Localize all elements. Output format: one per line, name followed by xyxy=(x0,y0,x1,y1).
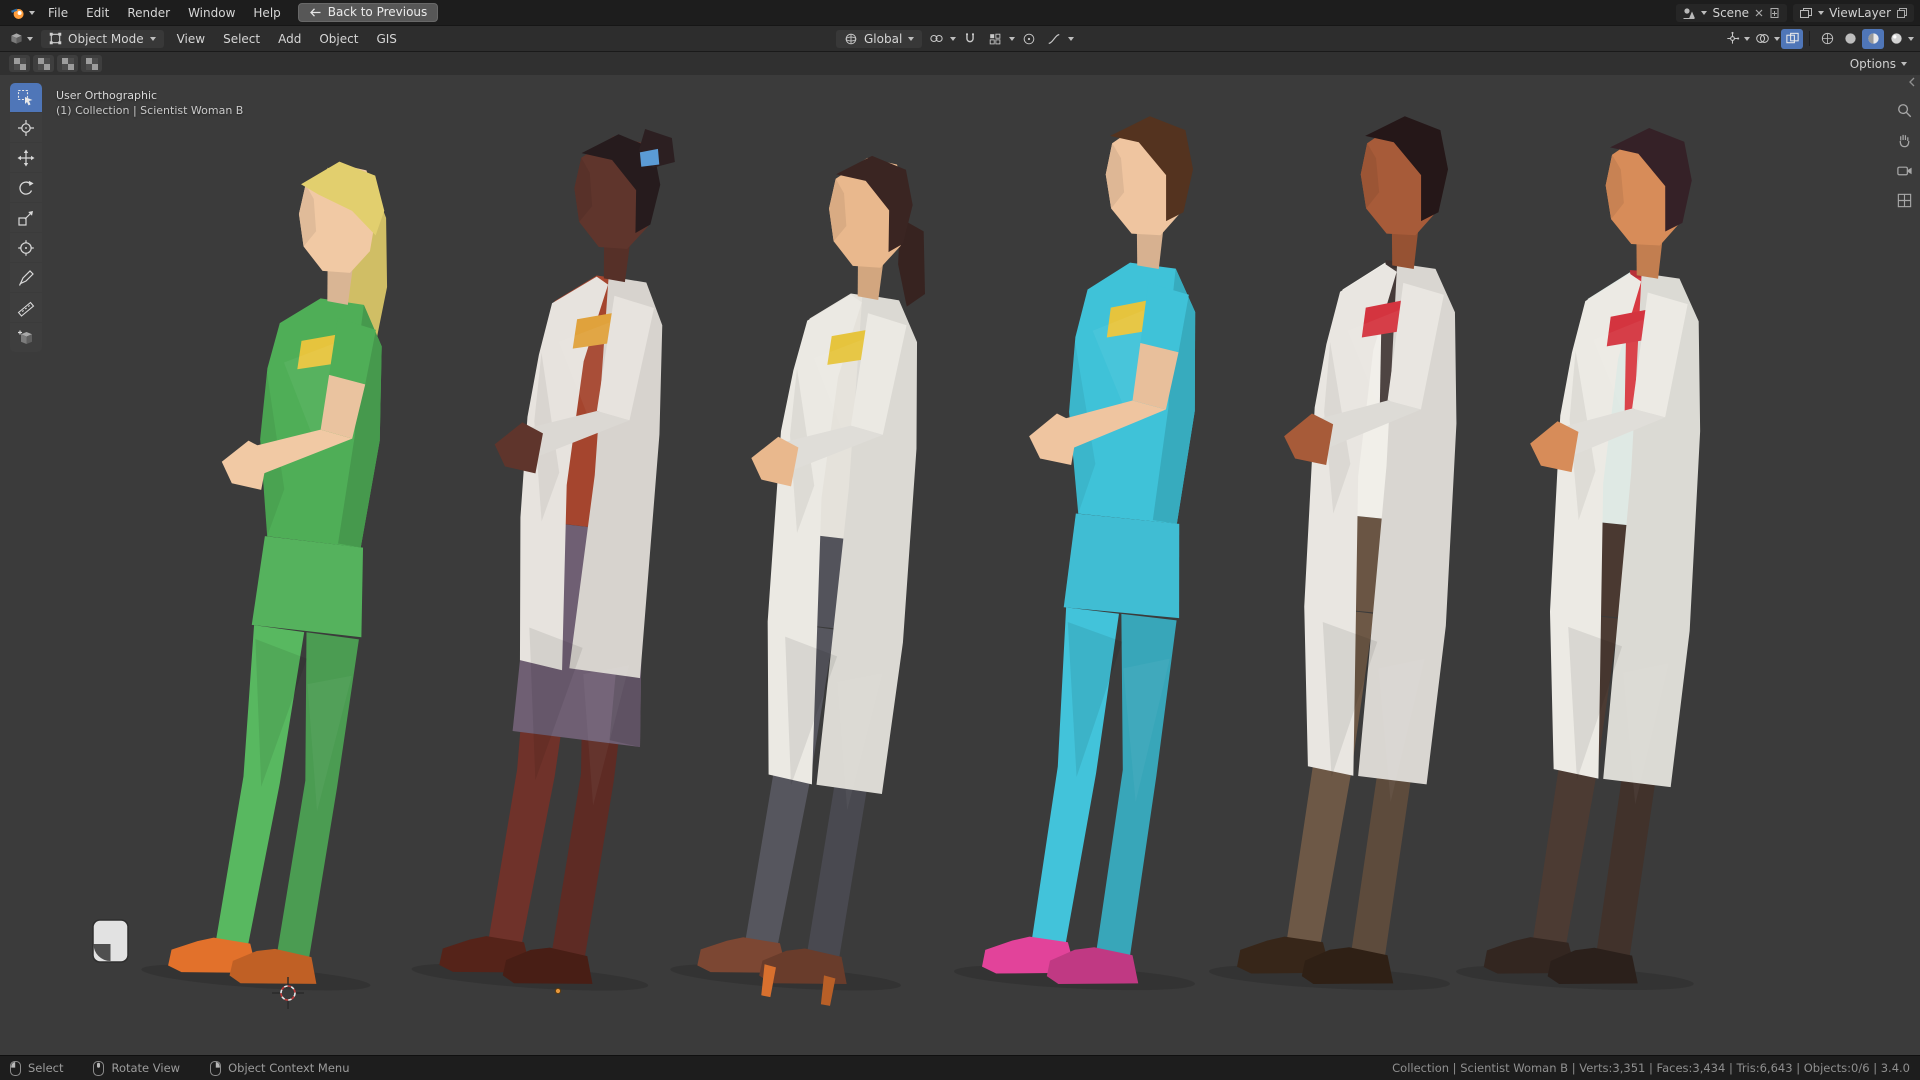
character-scientist-woman-green-scrubs[interactable] xyxy=(141,152,428,996)
header-menu-select[interactable]: Select xyxy=(214,29,269,49)
mouse-left-icon xyxy=(10,1060,21,1076)
tool-transform[interactable] xyxy=(10,233,42,262)
topbar: File Edit Render Window Help Back to Previou… xyxy=(0,0,1920,25)
mouse-drag-indicator xyxy=(92,919,129,963)
left-toolbar xyxy=(10,83,42,352)
falloff-curve-icon[interactable] xyxy=(1043,29,1065,49)
global-orientation-icon xyxy=(845,33,857,44)
tool-options xyxy=(9,55,102,72)
blender-logo-icon[interactable] xyxy=(6,5,39,21)
shading-wireframe-icon[interactable] xyxy=(1816,29,1838,49)
object-mode-icon xyxy=(49,32,62,45)
header-menus: View Select Add Object GIS xyxy=(168,29,406,49)
show-overlays-icon[interactable] xyxy=(1751,29,1773,49)
show-gizmo-icon[interactable] xyxy=(1721,29,1743,49)
tool-option-4[interactable] xyxy=(81,55,102,72)
scene-unlink-icon[interactable] xyxy=(1754,8,1764,18)
scene-name: Scene xyxy=(1712,5,1750,20)
pivot-point-icon[interactable] xyxy=(925,29,947,49)
tool-cursor[interactable] xyxy=(10,113,42,142)
header-menu-gis[interactable]: GIS xyxy=(367,29,405,49)
options-dropdown[interactable]: Options xyxy=(1846,55,1911,73)
status-hints: Select Rotate View Object Context Menu xyxy=(10,1060,379,1076)
scene-selector[interactable]: Scene xyxy=(1676,3,1788,22)
character-scientist-woman-b-cardigan[interactable] xyxy=(411,117,708,996)
orientation-dropdown[interactable]: Global xyxy=(836,29,923,48)
tool-select-box[interactable] xyxy=(10,83,42,112)
shading-rendered-icon[interactable] xyxy=(1885,29,1907,49)
statusbar: Select Rotate View Object Context Menu C… xyxy=(0,1055,1920,1080)
viewport-3d[interactable]: User Orthographic (1) Collection | Scien… xyxy=(0,75,1920,1055)
header-menu-add[interactable]: Add xyxy=(269,29,310,49)
zoom-control[interactable] xyxy=(1893,99,1915,121)
grid-view-control[interactable] xyxy=(1893,189,1915,211)
orientation-label: Global xyxy=(864,31,903,46)
context-label: (1) Collection | Scientist Woman B xyxy=(56,104,244,117)
viewport-nav-controls xyxy=(1893,99,1915,211)
viewlayer-icon xyxy=(1800,7,1813,18)
back-to-previous-button[interactable]: Back to Previous xyxy=(297,3,439,22)
mouse-right-icon xyxy=(210,1060,222,1076)
snap-target-icon[interactable] xyxy=(984,29,1006,49)
options-label: Options xyxy=(1849,56,1896,71)
projection-label: User Orthographic xyxy=(56,89,158,102)
collapse-region-icon[interactable] xyxy=(1907,77,1917,87)
tool-move[interactable] xyxy=(10,143,42,172)
pan-control[interactable] xyxy=(1893,129,1915,151)
topbar-menu-window[interactable]: Window xyxy=(179,3,244,23)
tool-measure[interactable] xyxy=(10,293,42,322)
hint-object-context-menu-label: Object Context Menu xyxy=(228,1061,350,1075)
tool-option-2[interactable] xyxy=(33,55,54,72)
viewlayer-selector[interactable]: ViewLayer xyxy=(1793,3,1914,22)
header-menu-object[interactable]: Object xyxy=(310,29,367,49)
scene-canvas xyxy=(92,108,1738,1011)
scene-stats: Collection | Scientist Woman B | Verts:3… xyxy=(1392,1061,1910,1075)
tool-option-3[interactable] xyxy=(57,55,78,72)
proportional-editing-icon[interactable] xyxy=(1018,29,1040,49)
topbar-menu-edit[interactable]: Edit xyxy=(77,3,118,23)
tool-annotate[interactable] xyxy=(10,263,42,292)
viewport-overlay-text: User Orthographic (1) Collection | Scien… xyxy=(56,88,243,118)
topbar-menu-render[interactable]: Render xyxy=(118,3,179,23)
hint-rotate-view-label: Rotate View xyxy=(111,1061,181,1075)
viewport-header: Object Mode View Select Add Object GIS Globa… xyxy=(0,25,1920,51)
hint-object-context-menu: Object Context Menu xyxy=(210,1060,350,1076)
character-scientist-man-b-labcoat[interactable] xyxy=(1208,108,1495,994)
tool-add-cube[interactable] xyxy=(10,323,42,352)
tool-option-1[interactable] xyxy=(9,55,30,72)
camera-view-control[interactable] xyxy=(1893,159,1915,181)
topbar-menu-file[interactable]: File xyxy=(39,3,77,23)
snap-magnet-icon[interactable] xyxy=(959,29,981,49)
character-scientist-woman-labcoat[interactable] xyxy=(669,146,959,1011)
editor-type-icon[interactable] xyxy=(5,29,27,49)
shading-material-icon[interactable] xyxy=(1862,28,1884,49)
new-scene-icon[interactable] xyxy=(1769,7,1781,19)
tool-rotate[interactable] xyxy=(10,173,42,202)
topbar-menu-help[interactable]: Help xyxy=(244,3,289,23)
object-origin-dot[interactable] xyxy=(554,987,562,995)
back-arrow-icon xyxy=(309,7,321,17)
topbar-menus: File Edit Render Window Help xyxy=(39,3,290,23)
mode-dropdown[interactable]: Object Mode xyxy=(41,29,164,48)
character-scientist-man-c-labcoat[interactable] xyxy=(1455,120,1738,994)
mouse-middle-icon xyxy=(93,1060,105,1076)
shading-solid-icon[interactable] xyxy=(1839,29,1861,49)
character-scientist-man-scrubs[interactable] xyxy=(953,108,1240,994)
new-viewlayer-icon[interactable] xyxy=(1896,7,1908,19)
back-to-previous-label: Back to Previous xyxy=(327,5,428,19)
hint-rotate-view: Rotate View xyxy=(93,1060,181,1076)
header-menu-view[interactable]: View xyxy=(168,29,214,49)
scene-icon xyxy=(1683,7,1696,19)
hint-select: Select xyxy=(10,1060,64,1076)
hint-select-label: Select xyxy=(28,1061,64,1075)
tool-settings-bar: Options xyxy=(0,51,1920,75)
viewlayer-name: ViewLayer xyxy=(1829,5,1891,20)
mode-label: Object Mode xyxy=(68,31,144,46)
toggle-xray-icon[interactable] xyxy=(1781,28,1803,49)
tool-scale[interactable] xyxy=(10,203,42,232)
